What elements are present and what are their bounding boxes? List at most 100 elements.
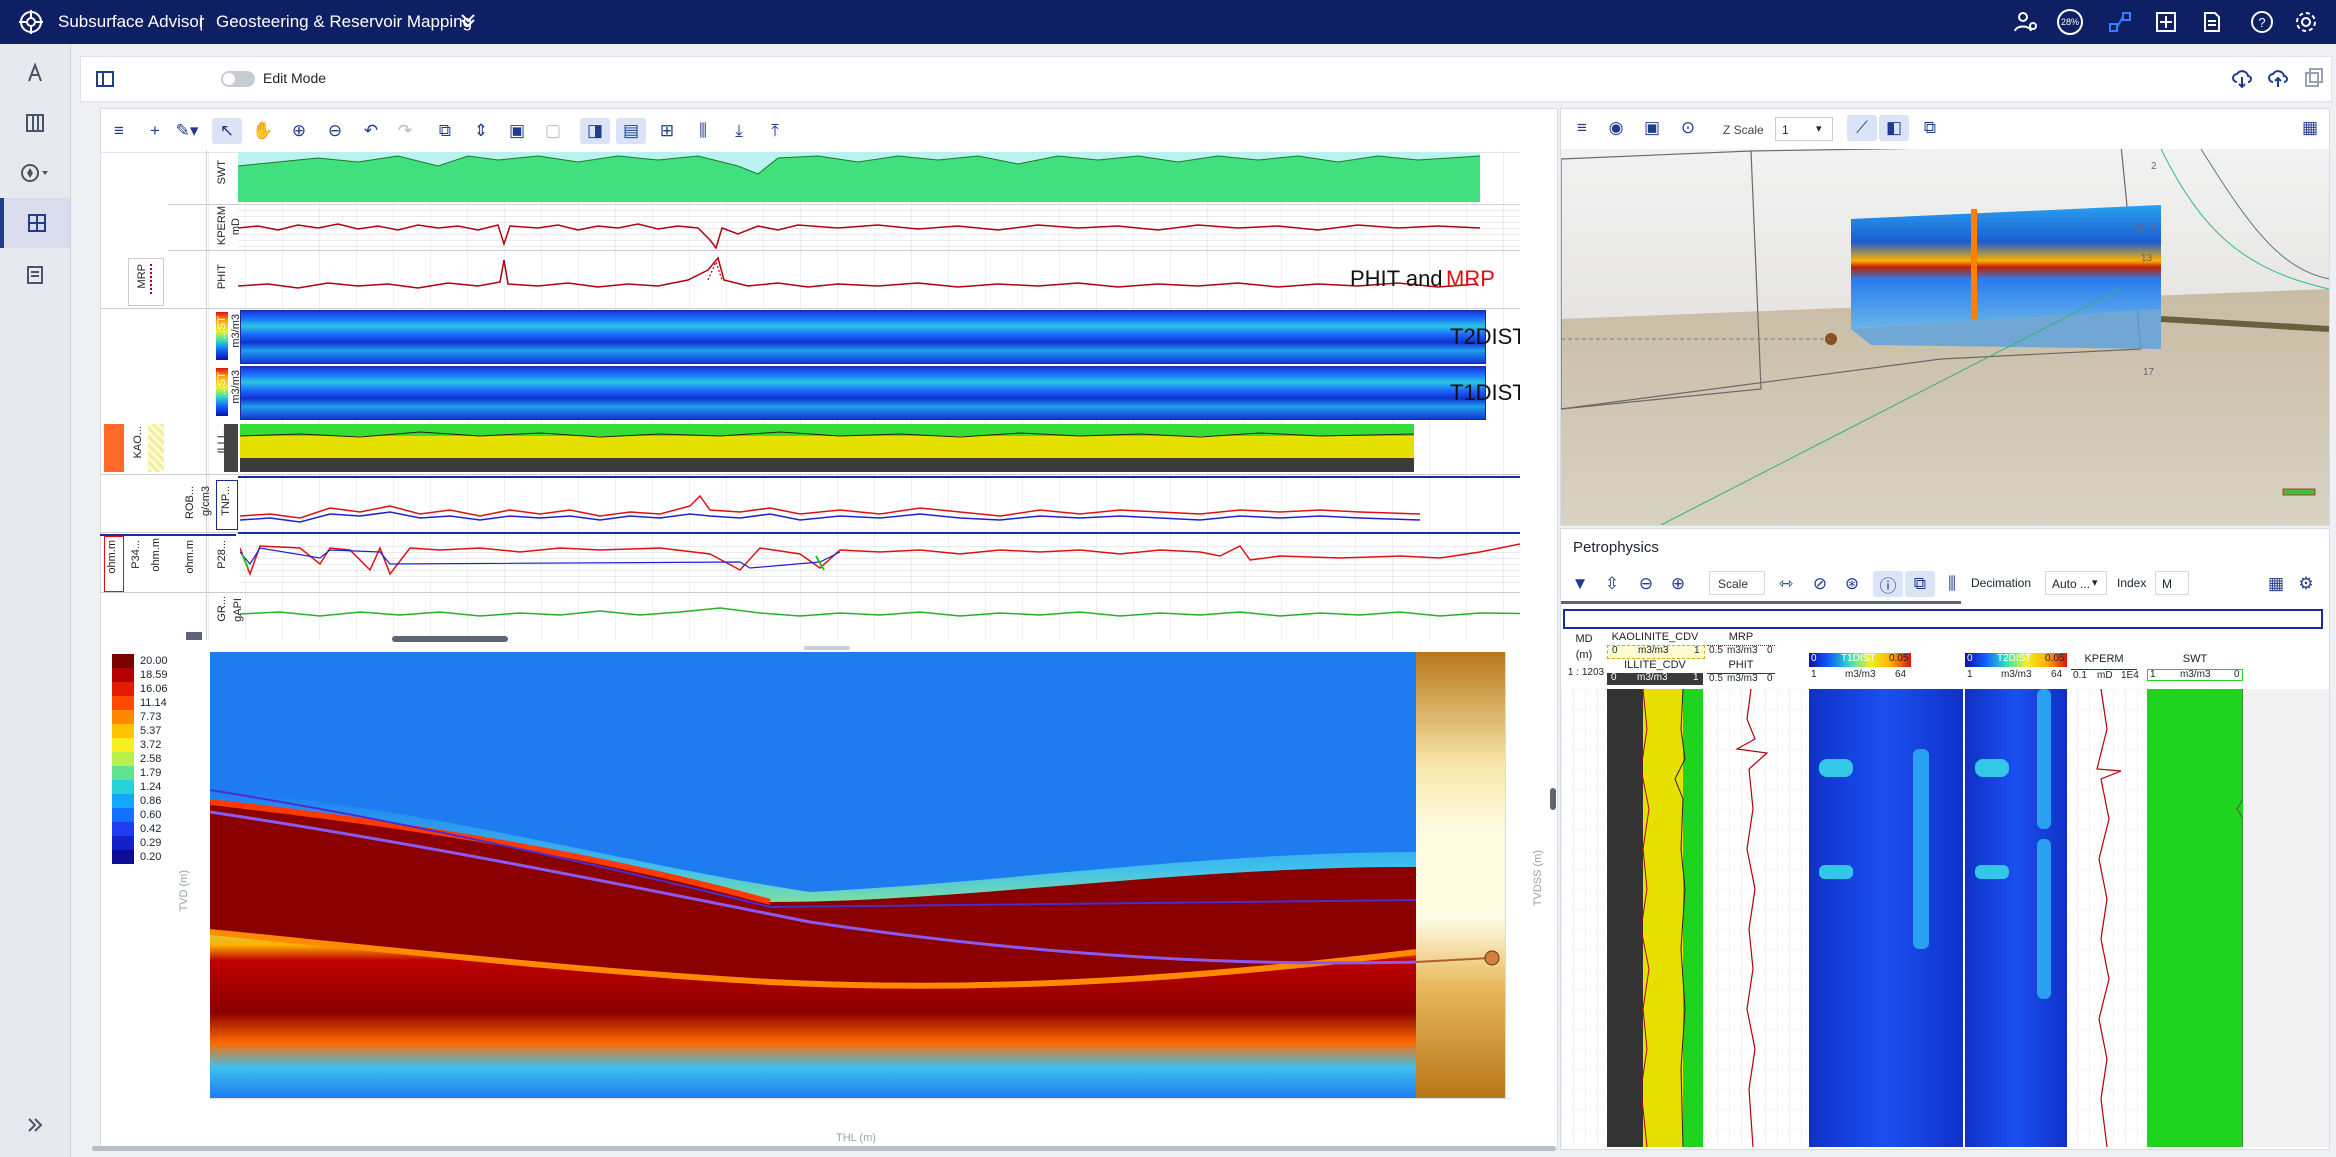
axis-chart-icon[interactable]: ⟋ <box>1847 115 1877 141</box>
bottom-scrollbar[interactable] <box>92 1146 1556 1151</box>
kaolinite-col-title[interactable]: KAOLINITE_CDV <box>1607 631 1703 643</box>
filter-icon[interactable]: ▼ <box>1565 571 1595 597</box>
wellbore-tag: 4 <box>2151 223 2157 234</box>
table-search-icon[interactable]: ⊞ <box>652 118 682 144</box>
z-scale-select[interactable]: 1 ▾ <box>1775 117 1833 141</box>
density-curves <box>240 494 1420 523</box>
document-icon[interactable] <box>2198 8 2226 36</box>
wellbore-tag: 13 <box>2141 253 2153 264</box>
section-view-icon[interactable]: ▤ <box>616 118 646 144</box>
fit-width-icon[interactable]: ⇿ <box>1771 571 1801 597</box>
gear-icon[interactable]: ⚙ <box>2291 571 2321 597</box>
link-icon[interactable]: ⧉ <box>1905 571 1935 597</box>
upload-icon[interactable]: ⤒ <box>760 118 790 144</box>
copy-icon[interactable] <box>2303 67 2325 94</box>
petro-scroll-indicator[interactable] <box>1561 601 1961 604</box>
decimation-select[interactable]: Auto ... ▾ <box>2045 571 2107 595</box>
image-disabled-icon[interactable]: ▢ <box>538 118 568 144</box>
log-view-icon[interactable] <box>14 102 56 144</box>
survey-icon[interactable] <box>14 52 56 94</box>
save-icon[interactable]: ▣ <box>1637 115 1667 141</box>
download-icon[interactable]: ⤓ <box>724 118 754 144</box>
depth-chart-icon[interactable] <box>2152 8 2180 36</box>
pan-hand-icon[interactable]: ✋ <box>248 118 278 144</box>
columns-icon[interactable]: ⫼ <box>1937 571 1967 597</box>
correlate-icon[interactable]: ◨ <box>580 118 610 144</box>
edit-mode-toggle[interactable] <box>221 71 255 87</box>
legend-swatch <box>112 682 134 696</box>
t1-scale-bar: 0 T1DIST 0.05 <box>1809 653 1911 667</box>
kao-pattern <box>148 424 164 472</box>
viewer-settings-icon[interactable]: ≡ <box>1567 115 1597 141</box>
module-name[interactable]: Geosteering & Reservoir Mapping <box>216 12 472 32</box>
index-select[interactable]: M <box>2155 571 2189 595</box>
kperm-col-title[interactable]: KPERM <box>2071 653 2137 665</box>
zoom-in-icon[interactable]: ⊕ <box>284 118 314 144</box>
add-icon[interactable]: + <box>140 118 170 144</box>
calculator-icon[interactable]: ▦ <box>2295 115 2325 141</box>
mrp-scale: 0.5 m3/m3 0 <box>1707 645 1775 658</box>
compass-icon[interactable] <box>14 152 56 194</box>
upload-cloud-icon[interactable] <box>2267 67 2289 94</box>
scale-label: Scale <box>1718 577 1749 591</box>
select-cursor-icon[interactable]: ↖ <box>212 118 242 144</box>
tracks-scroll-thumb-left[interactable] <box>186 632 202 640</box>
t2-col-title[interactable]: T2DIST <box>1997 653 2031 664</box>
undo-icon[interactable]: ↶ <box>356 118 386 144</box>
tnp-label: TNP... <box>220 486 232 516</box>
pen-tool-icon[interactable]: ✎▾ <box>172 118 202 144</box>
help-icon[interactable]: ? <box>2248 8 2276 36</box>
panel-layout-icon[interactable] <box>95 69 115 94</box>
clone-icon[interactable]: ⧉ <box>1915 115 1945 141</box>
fit-vertical-icon[interactable]: ⇕ <box>466 118 496 144</box>
mrp-col-title[interactable]: MRP <box>1707 631 1775 643</box>
report-icon[interactable] <box>14 254 56 296</box>
swt-track: SWT <box>168 150 1520 205</box>
cpu-usage-badge[interactable]: 28% <box>2056 8 2084 36</box>
filter-settings-icon[interactable]: ≡ <box>104 118 134 144</box>
mineral-track: KAO... ILLI... <box>100 422 1520 475</box>
illite-col-title[interactable]: ILLITE_CDV <box>1607 659 1703 671</box>
info-icon[interactable]: ⓘ <box>1873 571 1903 597</box>
petro-depth-range[interactable] <box>1563 609 2323 629</box>
viewer-3d-canvas[interactable]: 2 11 4 13 17 <box>1561 149 2329 525</box>
legend-swatch <box>112 696 134 710</box>
scale-input[interactable]: Scale <box>1709 571 1765 595</box>
swt-col-title[interactable]: SWT <box>2147 653 2243 665</box>
visibility-eye-icon[interactable]: ◉ <box>1601 115 1631 141</box>
zoom-minus-icon[interactable]: ⊖ <box>1631 571 1661 597</box>
t1-col-title[interactable]: T1DIST <box>1841 653 1875 664</box>
column-settings-icon[interactable]: ⫼ <box>688 118 718 144</box>
dashboard-grid-icon[interactable] <box>0 198 70 248</box>
tracks-horizontal-scrollbar[interactable] <box>392 636 508 642</box>
app-logo-icon[interactable] <box>18 9 44 35</box>
target-icon[interactable]: ⊙ <box>1673 115 1703 141</box>
split-view-icon[interactable]: ◧ <box>1879 115 1909 141</box>
table-icon[interactable]: ▦ <box>2261 571 2291 597</box>
zoom-reset-icon[interactable]: ⊛ <box>1837 571 1867 597</box>
settings-gear-icon[interactable] <box>2292 8 2320 36</box>
p34-label: P34... <box>130 540 142 569</box>
download-cloud-icon[interactable] <box>2231 67 2253 94</box>
align-icon[interactable]: ⇳ <box>1597 571 1627 597</box>
zoom-out-icon[interactable]: ⊖ <box>320 118 350 144</box>
wellbore-tag: 17 <box>2143 367 2155 378</box>
users-icon[interactable] <box>2012 8 2040 36</box>
redo-icon[interactable]: ↷ <box>390 118 420 144</box>
workflow-icon[interactable] <box>2106 8 2134 36</box>
zoom-fit-icon[interactable]: ⊘ <box>1805 571 1835 597</box>
legend-swatch <box>112 710 134 724</box>
rob-label: ROB... <box>184 486 196 520</box>
legend-swatch <box>112 738 134 752</box>
petro-headers: MD (m) 1 : 1203 KAOLINITE_CDV 0 m3/m3 1 … <box>1561 631 2329 685</box>
zoom-plus-icon[interactable]: ⊕ <box>1663 571 1693 597</box>
phit-col-title[interactable]: PHIT <box>1707 659 1775 671</box>
expand-double-chevron-icon[interactable] <box>14 1104 56 1146</box>
panel-splitter-vertical[interactable] <box>1550 788 1556 810</box>
image-icon[interactable]: ▣ <box>502 118 532 144</box>
chevron-down-icon[interactable] <box>458 10 478 35</box>
screenshot-icon[interactable]: ⧉ <box>430 118 460 144</box>
t1dist-note: T1DIST <box>1450 380 1520 405</box>
z-scale-label: Z Scale <box>1723 123 1764 137</box>
kperm-curve <box>238 204 1520 250</box>
